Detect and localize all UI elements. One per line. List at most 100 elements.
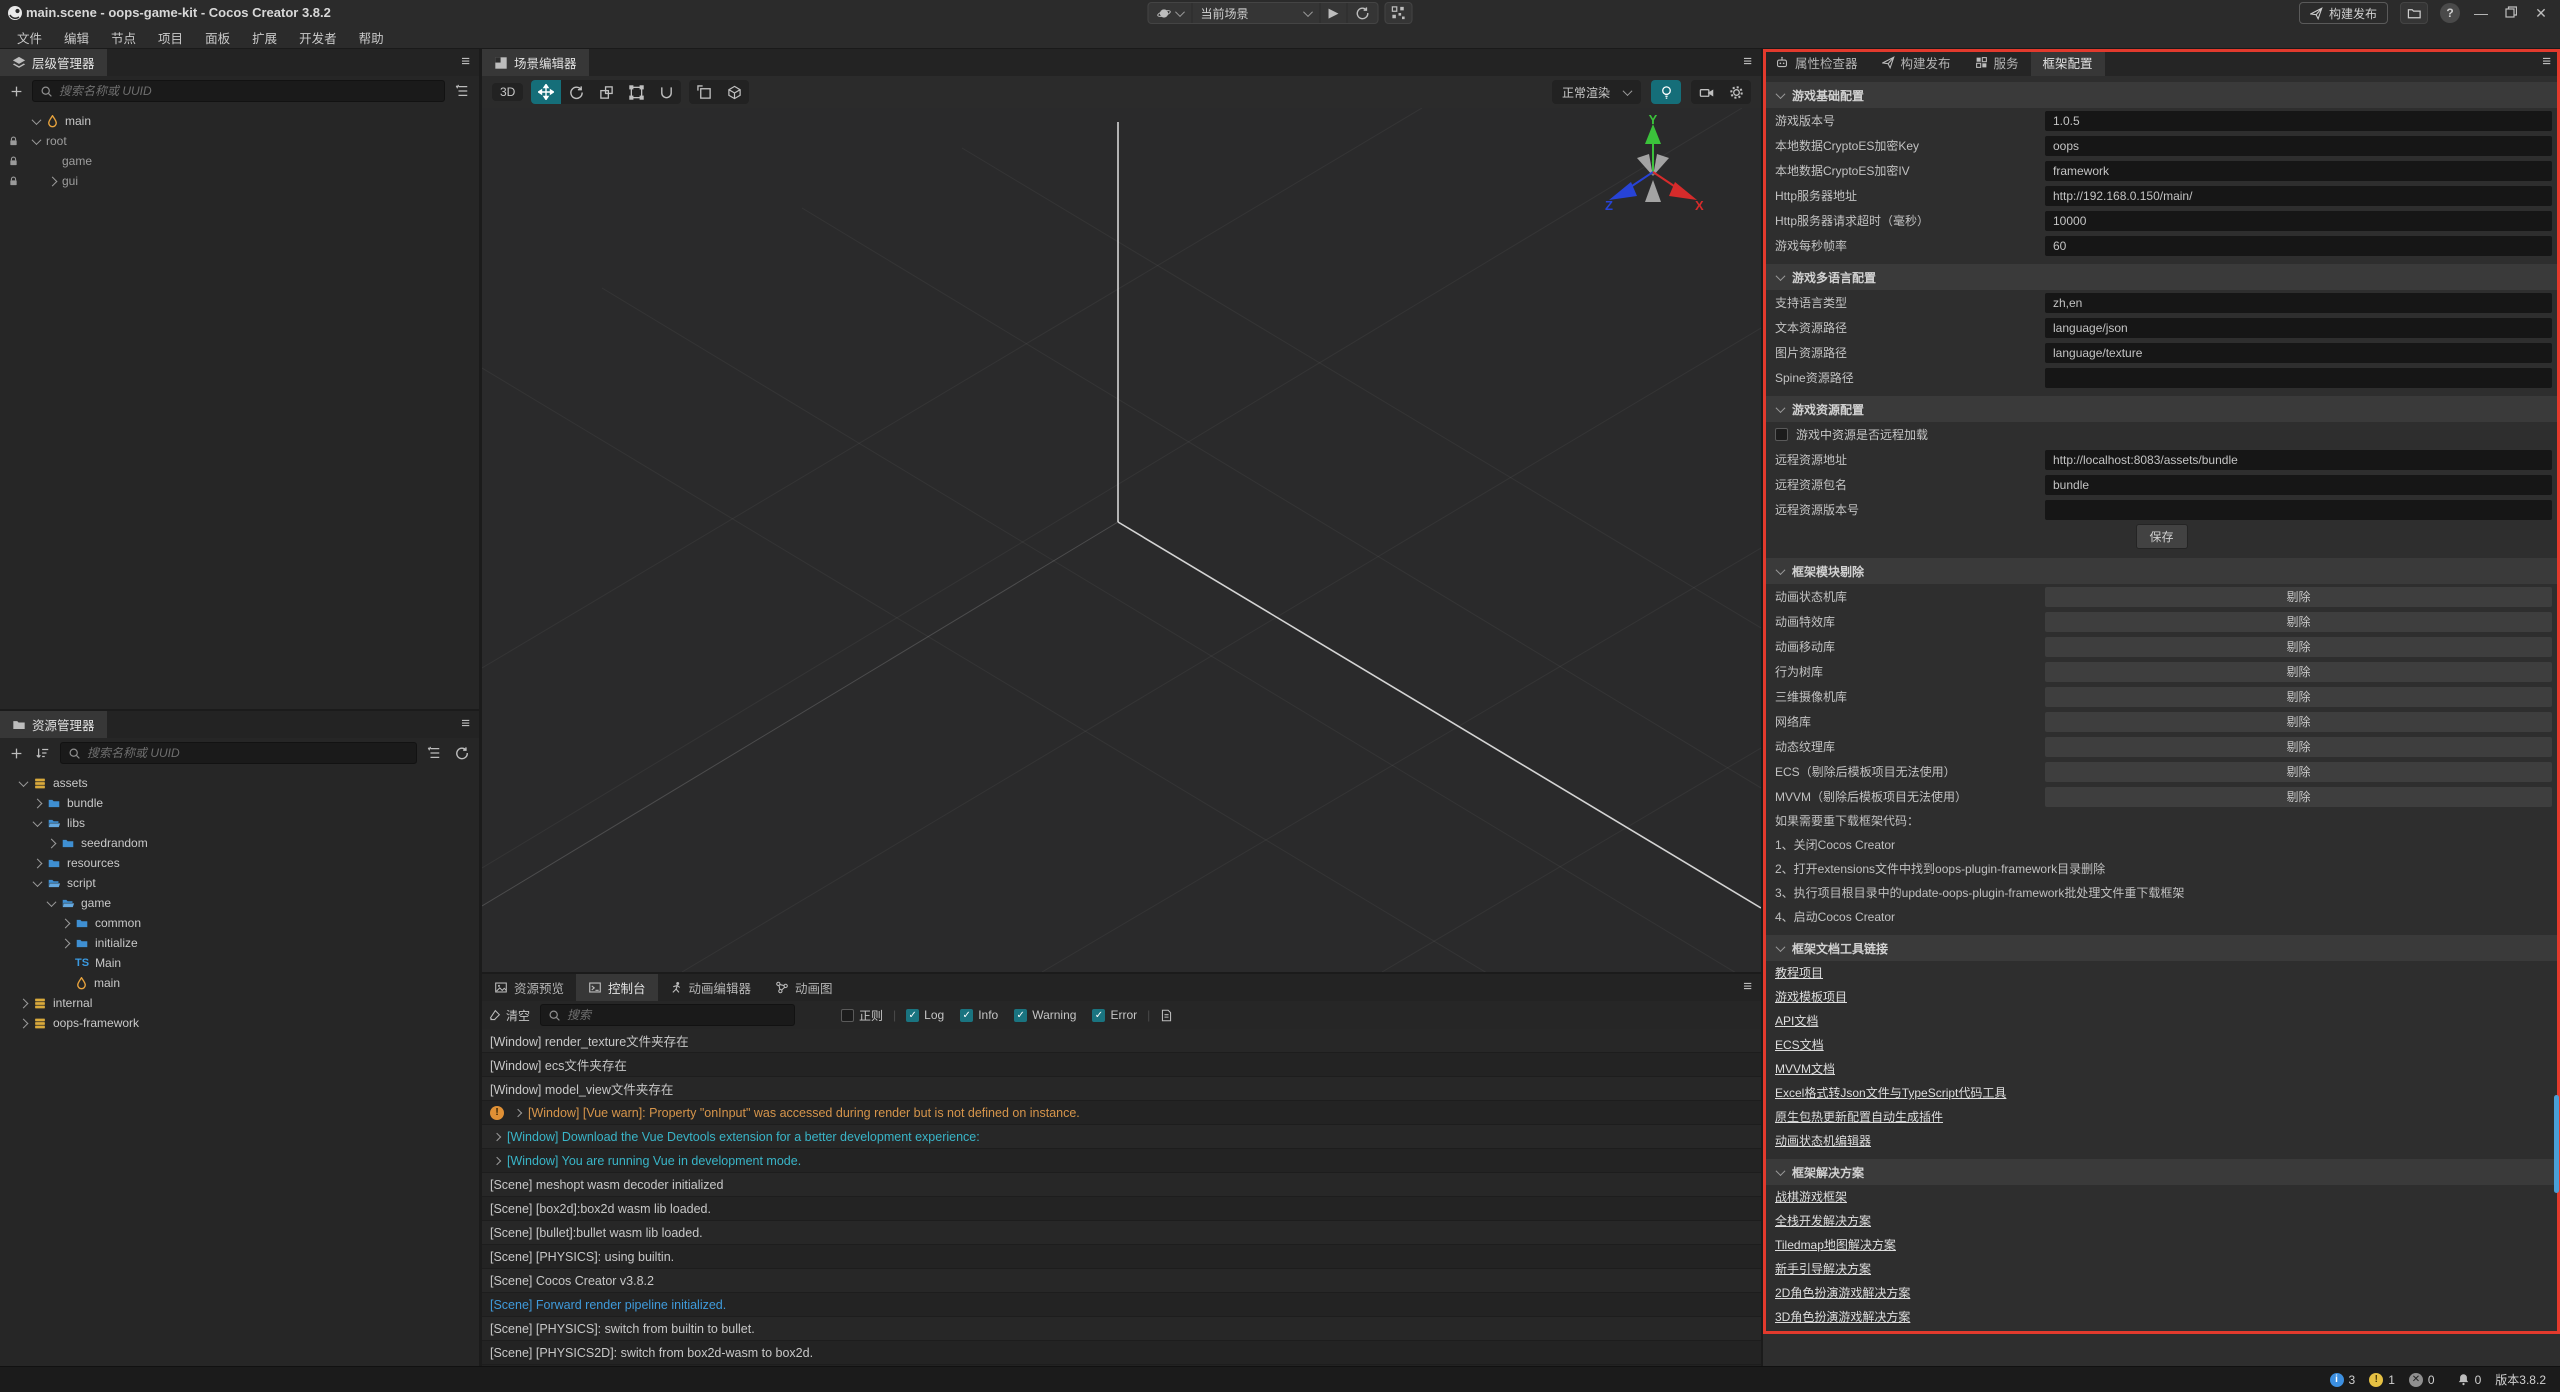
section-header-框架解决方案[interactable]: 框架解决方案 bbox=[1763, 1159, 2560, 1185]
menu-item-帮助[interactable]: 帮助 bbox=[348, 28, 395, 47]
chevron-right-icon[interactable] bbox=[61, 918, 71, 928]
hierarchy-node-root[interactable]: root bbox=[0, 131, 479, 151]
scale-tool-button[interactable] bbox=[591, 80, 621, 104]
close-button[interactable]: ✕ bbox=[2532, 5, 2550, 22]
tab-动画图[interactable]: 动画图 bbox=[763, 974, 845, 1001]
remove-module-button[interactable]: 剔除 bbox=[2045, 587, 2552, 607]
assets-search-input[interactable] bbox=[87, 746, 409, 760]
chevron-right-icon[interactable] bbox=[19, 998, 29, 1008]
tab-动画编辑器[interactable]: 动画编辑器 bbox=[658, 974, 764, 1001]
field-input-游戏每秒帧率[interactable]: 60 bbox=[2045, 236, 2552, 256]
field-input-游戏版本号[interactable]: 1.0.5 bbox=[2045, 111, 2552, 131]
asset-node-game[interactable]: game bbox=[0, 893, 479, 913]
scene-viewport[interactable]: Y Z X bbox=[482, 108, 1761, 972]
doc-link-API文档[interactable]: API文档 bbox=[1775, 1009, 1818, 1033]
inspector-scrollbar[interactable] bbox=[2554, 1095, 2559, 1193]
asset-node-common[interactable]: common bbox=[0, 913, 479, 933]
field-input-Http服务器地址[interactable]: http://192.168.0.150/main/ bbox=[2045, 186, 2552, 206]
console-log-row[interactable]: [Window] You are running Vue in developm… bbox=[482, 1149, 1761, 1173]
field-input-远程资源包名[interactable]: bundle bbox=[2045, 475, 2552, 495]
field-input-文本资源路径[interactable]: language/json bbox=[2045, 318, 2552, 338]
filter-error-checkbox[interactable]: ✓Error bbox=[1092, 1008, 1137, 1022]
rect-tool-button[interactable] bbox=[621, 80, 651, 104]
asset-node-script[interactable]: script bbox=[0, 873, 479, 893]
save-button[interactable]: 保存 bbox=[2135, 524, 2187, 549]
rotate-tool-button[interactable] bbox=[561, 80, 591, 104]
hierarchy-filter-button[interactable] bbox=[451, 84, 473, 98]
tab-服务[interactable]: 服务 bbox=[1963, 49, 2031, 76]
create-asset-button[interactable] bbox=[6, 747, 26, 760]
asset-node-assets[interactable]: assets bbox=[0, 773, 479, 793]
console-log-row[interactable]: [Scene] [PHYSICS2D]: switch from box2d-w… bbox=[482, 1341, 1761, 1365]
menu-item-编辑[interactable]: 编辑 bbox=[53, 28, 100, 47]
assets-search[interactable] bbox=[60, 742, 417, 764]
chevron-down-icon[interactable] bbox=[47, 897, 57, 907]
console-log-row[interactable]: [Scene] [PHYSICS]: using builtin. bbox=[482, 1245, 1761, 1269]
remove-module-button[interactable]: 剔除 bbox=[2045, 737, 2552, 757]
assets-sort-button[interactable] bbox=[32, 746, 54, 760]
hierarchy-node-game[interactable]: game bbox=[0, 151, 479, 171]
tab-assets[interactable]: 资源管理器 bbox=[0, 711, 107, 738]
tab-资源预览[interactable]: 资源预览 bbox=[482, 974, 576, 1001]
preview-qr-button[interactable] bbox=[1385, 2, 1413, 24]
hierarchy-menu-button[interactable]: ≡ bbox=[461, 53, 470, 70]
tab-框架配置[interactable]: 框架配置 bbox=[2031, 49, 2105, 76]
menu-item-面板[interactable]: 面板 bbox=[194, 28, 241, 47]
chevron-down-icon[interactable] bbox=[32, 135, 42, 145]
field-input-本地数据CryptoES加密Key[interactable]: oops bbox=[2045, 136, 2552, 156]
console-log-row[interactable]: [Window] model_view文件夹存在 bbox=[482, 1077, 1761, 1101]
console-log-row[interactable]: [Window] Download the Vue Devtools exten… bbox=[482, 1125, 1761, 1149]
console-log-row[interactable]: [Scene] Forward render pipeline initiali… bbox=[482, 1293, 1761, 1317]
tab-属性检查器[interactable]: 属性检查器 bbox=[1763, 49, 1870, 76]
console-log-row[interactable]: [Scene] [bullet]:bullet wasm lib loaded. bbox=[482, 1221, 1761, 1245]
asset-node-initialize[interactable]: initialize bbox=[0, 933, 479, 953]
chevron-down-icon[interactable] bbox=[19, 777, 29, 787]
remove-module-button[interactable]: 剔除 bbox=[2045, 762, 2552, 782]
field-input-Http服务器请求超时（毫秒）[interactable]: 10000 bbox=[2045, 211, 2552, 231]
chevron-right-icon[interactable] bbox=[493, 1156, 501, 1164]
section-header-游戏基础配置[interactable]: 游戏基础配置 bbox=[1763, 82, 2560, 108]
scene-settings-gear-button[interactable] bbox=[1721, 80, 1751, 104]
tab-scene[interactable]: 场景编辑器 bbox=[482, 49, 589, 76]
doc-link-Excel格式转Json文件与TypeScript代码工具[interactable]: Excel格式转Json文件与TypeScript代码工具 bbox=[1775, 1081, 2006, 1105]
console-log-row[interactable]: [Window] render_texture文件夹存在 bbox=[482, 1029, 1761, 1053]
tab-hierarchy[interactable]: 层级管理器 bbox=[0, 49, 107, 76]
move-tool-button[interactable] bbox=[531, 80, 561, 104]
assets-filter-button[interactable] bbox=[423, 746, 445, 760]
checkbox-unchecked-icon[interactable] bbox=[1775, 428, 1788, 441]
field-input-远程资源地址[interactable]: http://localhost:8083/assets/bundle bbox=[2045, 450, 2552, 470]
doc-link-全栈开发解决方案[interactable]: 全栈开发解决方案 bbox=[1775, 1209, 1871, 1233]
chevron-right-icon[interactable] bbox=[493, 1132, 501, 1140]
create-node-button[interactable] bbox=[6, 85, 26, 98]
asset-node-seedrandom[interactable]: seedrandom bbox=[0, 833, 479, 853]
remove-module-button[interactable]: 剔除 bbox=[2045, 712, 2552, 732]
filter-info-checkbox[interactable]: ✓Info bbox=[960, 1008, 998, 1022]
field-input-远程资源版本号[interactable] bbox=[2045, 500, 2552, 520]
chevron-right-icon[interactable] bbox=[514, 1108, 522, 1116]
status-info[interactable]: i 3 bbox=[2330, 1373, 2356, 1387]
asset-node-oops-framework[interactable]: oops-framework bbox=[0, 1013, 479, 1033]
section-header-框架文档工具链接[interactable]: 框架文档工具链接 bbox=[1763, 935, 2560, 961]
asset-node-internal[interactable]: internal bbox=[0, 993, 479, 1013]
doc-link-动画状态机编辑器[interactable]: 动画状态机编辑器 bbox=[1775, 1129, 1871, 1153]
chevron-down-icon[interactable] bbox=[33, 817, 43, 827]
doc-link-新手引导解决方案[interactable]: 新手引导解决方案 bbox=[1775, 1257, 1871, 1281]
console-search[interactable] bbox=[540, 1004, 795, 1026]
remove-module-button[interactable]: 剔除 bbox=[2045, 687, 2552, 707]
regex-checkbox[interactable]: 正则 bbox=[841, 1007, 883, 1024]
section-header-游戏多语言配置[interactable]: 游戏多语言配置 bbox=[1763, 264, 2560, 290]
gizmo-space-button[interactable] bbox=[719, 80, 749, 104]
log-file-button[interactable] bbox=[1160, 1009, 1173, 1022]
filter-log-checkbox[interactable]: ✓Log bbox=[906, 1008, 944, 1022]
console-log-row[interactable]: [Scene] meshopt wasm decoder initialized bbox=[482, 1173, 1761, 1197]
transform-tool-button[interactable] bbox=[651, 80, 681, 104]
doc-link-MVVM文档[interactable]: MVVM文档 bbox=[1775, 1057, 1835, 1081]
scene-camera-button[interactable] bbox=[1691, 80, 1721, 104]
doc-link-教程项目[interactable]: 教程项目 bbox=[1775, 961, 1823, 985]
toggle-3d-button[interactable]: 3D bbox=[492, 83, 523, 101]
build-publish-button[interactable]: 构建发布 bbox=[2299, 2, 2388, 24]
status-notifications[interactable]: 0 bbox=[2457, 1373, 2482, 1387]
console-search-input[interactable] bbox=[567, 1008, 787, 1022]
console-clear-button[interactable]: 清空 bbox=[488, 1007, 530, 1024]
remove-module-button[interactable]: 剔除 bbox=[2045, 612, 2552, 632]
